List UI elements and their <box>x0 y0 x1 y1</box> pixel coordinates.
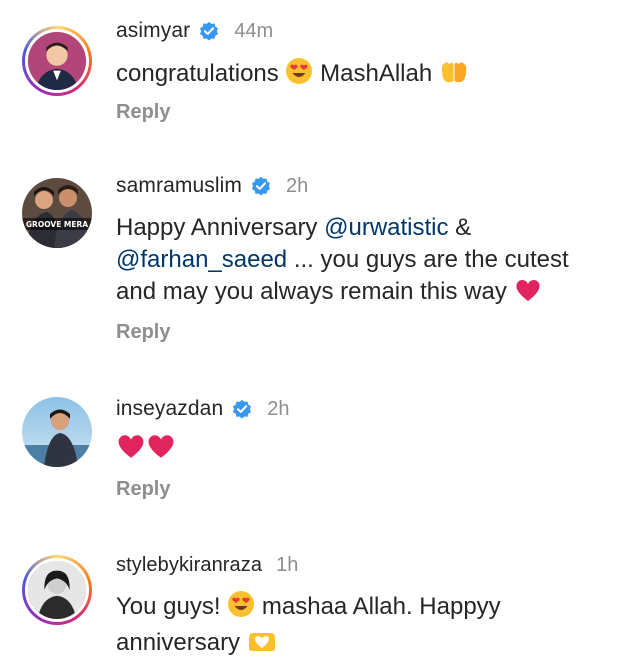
comment-header: inseyazdan 2h <box>116 397 290 421</box>
comment-text-part: & <box>448 214 472 241</box>
comment-text-part: ... you guys are the cutest <box>287 246 569 273</box>
red-heart-emoji-icon <box>514 277 542 312</box>
mention-link[interactable]: @urwatistic <box>324 214 448 241</box>
heart-eyes-emoji-icon <box>227 590 255 627</box>
heart-eyes-emoji-icon <box>285 57 313 94</box>
verified-badge-icon <box>250 175 272 197</box>
comment-text-part: and may you always remain this way <box>116 278 507 305</box>
reply-button[interactable]: Reply <box>116 478 170 501</box>
avatar[interactable] <box>22 397 92 467</box>
red-heart-emoji-icon <box>146 432 176 469</box>
avatar[interactable] <box>22 26 92 96</box>
username[interactable]: inseyazdan <box>116 397 223 421</box>
timestamp: 1h <box>276 554 299 576</box>
comment-line: Happy Anniversary @urwatistic & <box>116 212 616 244</box>
comment-text-part: You guys! <box>116 593 221 620</box>
username[interactable]: stylebykiranraza <box>116 554 262 577</box>
comment-header: samramuslim 2h <box>116 174 308 198</box>
comment-text-part: mashaa Allah. Happyy <box>261 593 501 620</box>
comment-line: anniversary <box>116 627 616 663</box>
avatar[interactable]: GROOVE MERA <box>22 178 92 248</box>
avatar-photo <box>25 558 89 622</box>
raised-hands-emoji-icon <box>439 59 469 94</box>
avatar-photo <box>22 397 92 467</box>
avatar-photo: GROOVE MERA <box>22 178 92 248</box>
avatar-caption: GROOVE MERA <box>26 220 88 229</box>
comment-header: stylebykiranraza 1h <box>116 554 298 577</box>
comment-text <box>116 432 616 469</box>
verified-badge-icon <box>231 398 253 420</box>
timestamp: 2h <box>267 397 290 420</box>
comment-text: You guys! mashaa Allah. Happyy anniversa… <box>116 590 616 663</box>
comment-text-part: Happy Anniversary <box>116 214 325 241</box>
comment-text-part: congratulations <box>116 60 279 87</box>
comment-line: You guys! mashaa Allah. Happyy <box>116 590 616 627</box>
comment-line: and may you always remain this way <box>116 276 616 312</box>
timestamp: 2h <box>285 174 309 197</box>
username[interactable]: asimyar <box>116 19 190 43</box>
comment-line: @farhan_saeed ... you guys are the cutes… <box>116 244 616 276</box>
reply-button[interactable]: Reply <box>116 101 170 124</box>
comment-text: Happy Anniversary @urwatistic & @farhan_… <box>116 212 616 312</box>
avatar-photo <box>25 29 89 93</box>
verified-badge-icon <box>198 20 220 42</box>
comment-header: asimyar 44m <box>116 19 273 43</box>
avatar[interactable] <box>22 555 92 625</box>
comment-text-part: anniversary <box>116 629 241 656</box>
comment-text-part: MashAllah <box>320 60 433 87</box>
mention-link[interactable]: @farhan_saeed <box>116 246 287 273</box>
username[interactable]: samramuslim <box>116 174 242 198</box>
heart-hands-emoji-icon <box>247 630 277 663</box>
timestamp: 44m <box>234 19 274 42</box>
comment-text: congratulations MashAllah <box>116 57 616 94</box>
reply-button[interactable]: Reply <box>116 321 170 344</box>
red-heart-emoji-icon <box>116 432 146 469</box>
